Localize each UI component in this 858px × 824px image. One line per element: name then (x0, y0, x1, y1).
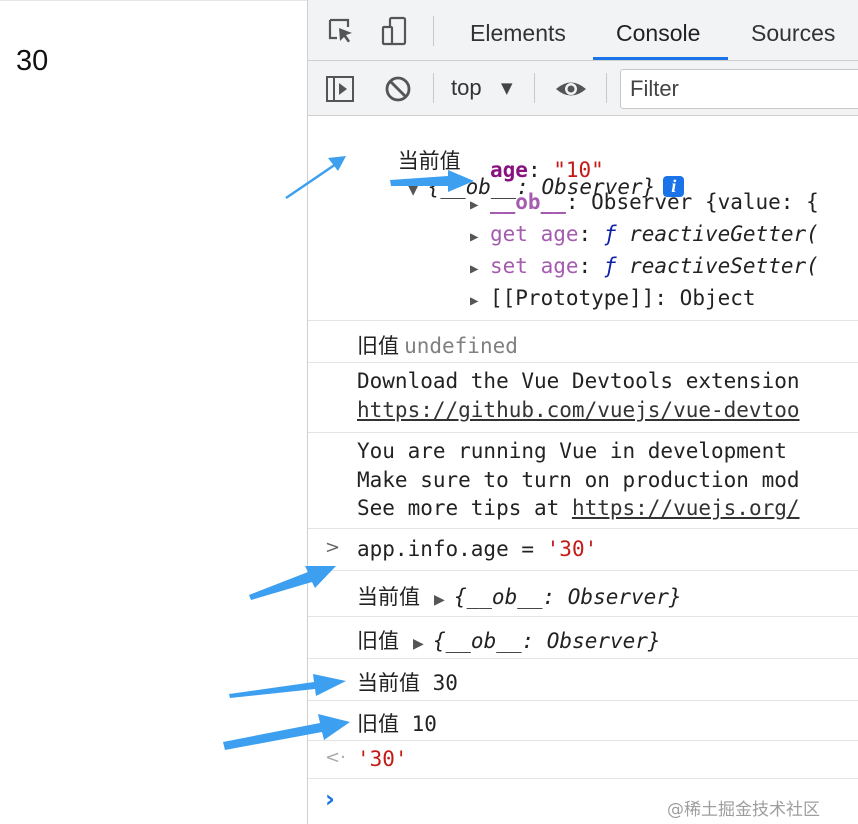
tab-sources[interactable]: Sources (751, 0, 835, 60)
object-property-getter[interactable]: ▶ get age: ƒ reactiveGetter( (470, 222, 819, 246)
object-property-ob[interactable]: ▶ __ob__: Observer {value: { (470, 190, 819, 214)
sidebar-toggle-icon[interactable] (325, 74, 355, 104)
expand-triangle-right-icon[interactable]: ▶ (470, 261, 490, 277)
devtools-tabbar: Elements Console Sources (308, 0, 858, 61)
expand-triangle-right-icon[interactable]: ▶ (413, 636, 433, 652)
context-selector[interactable]: top (451, 61, 482, 115)
expand-triangle-down-icon[interactable]: ▼ (408, 182, 428, 198)
expand-triangle-right-icon[interactable]: ▶ (470, 293, 490, 309)
devtools-panel: Elements Console Sources top ▼ Filter 当前… (307, 0, 858, 824)
watermark: @稀土掘金技术社区 (667, 800, 820, 820)
log-entry-devtools-message: Download the Vue Devtools extension http… (308, 363, 858, 433)
toolbar-separator (433, 73, 434, 103)
input-chevron-icon: > (325, 537, 341, 558)
expand-triangle-right-icon[interactable]: ▶ (470, 229, 490, 245)
object-summary[interactable]: {__ob__: Observer} (454, 585, 682, 609)
tab-elements[interactable]: Elements (470, 0, 566, 60)
log-entry-old-value-10: 旧值 10 (308, 701, 858, 741)
web-page: 30 (0, 0, 307, 824)
log-label: 旧值 (357, 629, 399, 653)
log-entry-current-value-collapsed: 当前值 ▶ {__ob__: Observer} (308, 571, 858, 617)
log-entry-current-value-30: 当前值 30 (308, 659, 858, 701)
toolbar-separator (606, 73, 607, 103)
log-label: 旧值 (357, 334, 399, 358)
log-message-line: See more tips at https://vuejs.org/ (357, 496, 800, 520)
toolbar-separator (534, 73, 535, 103)
object-property-prototype[interactable]: ▶ [[Prototype]]: Object (470, 286, 756, 310)
log-entry-old-value-undefined: 旧值 undefined (308, 321, 858, 363)
log-message-line: Make sure to turn on production mod (357, 468, 800, 492)
vuejs-link[interactable]: https://vuejs.org/ (572, 496, 800, 520)
filter-input[interactable]: Filter (620, 69, 858, 109)
console-result-entry: <· '30' (308, 741, 858, 779)
chevron-down-icon[interactable]: ▼ (501, 61, 513, 115)
devtools-link[interactable]: https://github.com/vuejs/vue-devtoo (357, 398, 800, 422)
input-expression: app.info.age = '30' (357, 537, 598, 561)
log-entry-dev-mode-message: You are running Vue in development Make … (308, 433, 858, 529)
log-entry-old-value-collapsed: 旧值 ▶ {__ob__: Observer} (308, 617, 858, 659)
log-message-line: You are running Vue in development (357, 439, 787, 463)
object-property-setter[interactable]: ▶ set age: ƒ reactiveSetter( (470, 254, 819, 278)
expand-triangle-right-icon[interactable]: ▶ (434, 592, 454, 608)
console-toolbar: top ▼ Filter (308, 61, 858, 116)
inspect-element-icon[interactable] (326, 16, 356, 46)
log-label: 当前值 (397, 149, 461, 173)
prompt-chevron-icon: › (325, 785, 335, 813)
log-value: undefined (404, 334, 518, 358)
toolbar-separator (433, 16, 434, 46)
device-toolbar-icon[interactable] (380, 16, 410, 46)
result-arrow-icon: <· (325, 747, 346, 768)
active-tab-indicator (593, 57, 728, 60)
tab-console[interactable]: Console (616, 0, 700, 60)
clear-console-icon[interactable] (383, 74, 413, 104)
log-message-line: 当前值 30 (357, 671, 458, 695)
console-input-entry: > app.info.age = '30' (308, 529, 858, 571)
log-message-line: Download the Vue Devtools extension (357, 369, 800, 393)
expand-triangle-right-icon[interactable]: ▶ (470, 197, 490, 213)
page-age-value: 30 (16, 45, 49, 77)
live-expression-eye-icon[interactable] (554, 74, 588, 104)
log-entry-current-value-expanded: 当前值 ▼ {__ob__: Observer} i age: "10" ▶ __ob… (308, 116, 858, 321)
result-value: '30' (357, 747, 408, 771)
object-summary[interactable]: {__ob__: Observer} (433, 629, 661, 653)
object-property-age: age: "10" (490, 158, 604, 182)
console-output: 当前值 ▼ {__ob__: Observer} i age: "10" ▶ __ob… (308, 116, 858, 824)
log-label: 当前值 (357, 585, 420, 609)
log-message-line: 旧值 10 (357, 712, 437, 736)
